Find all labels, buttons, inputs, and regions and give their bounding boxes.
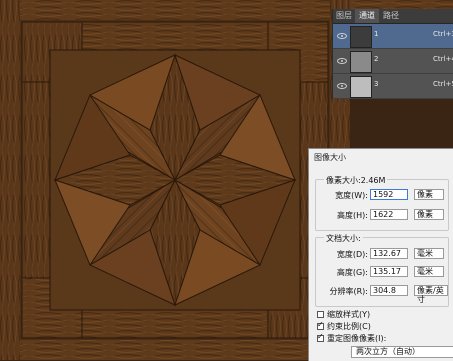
channel-row[interactable]: 2 Ctrl+4 [333, 49, 453, 74]
tab-paths[interactable]: 路径 [381, 9, 401, 23]
channel-row[interactable]: 1 Ctrl+3 [333, 24, 453, 49]
channel-name: 2 [374, 55, 379, 63]
channel-shortcut: Ctrl+3 [433, 30, 453, 38]
channel-row[interactable]: 3 Ctrl+5 [333, 74, 453, 99]
eye-icon[interactable] [337, 33, 347, 39]
constrain-proportions-label: 约束比例(C) [327, 322, 371, 331]
scale-styles-label: 缩放样式(Y) [327, 310, 371, 319]
tab-layers[interactable]: 图层 [335, 9, 353, 23]
height-label: 高度(H): [337, 211, 368, 220]
dialog-title: 图像大小 [314, 153, 346, 162]
channel-shortcut: Ctrl+5 [433, 80, 453, 88]
width-unit-select[interactable]: 像素 [414, 189, 444, 200]
pixel-dimensions-group: 像素大小:2.46M 宽度(W): 1592 像素 高度(H): 1622 像素 [315, 175, 449, 231]
resolution-input[interactable]: 304.8 [370, 285, 408, 296]
doc-width-label: 宽度(D): [336, 250, 368, 259]
image-size-dialog: 图像大小 像素大小:2.46M 宽度(W): 1592 像素 高度(H): 16… [308, 148, 453, 361]
resolution-label: 分辨率(R): [329, 287, 369, 296]
channel-name: 3 [374, 80, 379, 88]
eye-icon[interactable] [337, 83, 347, 89]
height-input[interactable]: 1622 [370, 209, 408, 220]
resample-method-select[interactable]: 两次立方（自动） [351, 346, 453, 358]
channel-shortcut: Ctrl+4 [433, 55, 453, 63]
constrain-proportions-checkbox[interactable] [317, 320, 324, 330]
resample-label: 重定图像像素(I): [327, 334, 387, 343]
channels-panel: 图层 通道 路径 1 Ctrl+3 2 Ctrl+4 3 Ctrl+5 [332, 9, 453, 99]
channel-thumbnail [350, 26, 372, 48]
height-unit-select[interactable]: 像素 [414, 209, 444, 220]
channel-name: 1 [374, 30, 379, 38]
pixel-dimensions-label: 像素大小:2.46M [324, 175, 388, 186]
panel-tabs: 图层 通道 路径 [333, 9, 453, 24]
width-label: 宽度(W): [335, 191, 368, 200]
doc-height-unit-select[interactable]: 毫米 [414, 266, 444, 277]
channel-thumbnail [350, 76, 372, 98]
width-input[interactable]: 1592 [370, 189, 408, 200]
doc-height-input[interactable]: 135.17 [370, 266, 408, 277]
resample-checkbox[interactable] [317, 332, 324, 342]
doc-width-input[interactable]: 132.67 [370, 248, 408, 259]
tab-channels[interactable]: 通道 [355, 9, 379, 23]
channel-thumbnail [350, 51, 372, 73]
doc-height-label: 高度(G): [336, 268, 368, 277]
doc-width-unit-select[interactable]: 毫米 [414, 248, 444, 259]
document-size-group: 文档大小: 宽度(D): 132.67 毫米 高度(G): 135.17 毫米 … [315, 233, 449, 307]
resolution-unit-select[interactable]: 像素/英寸 [414, 285, 448, 304]
document-size-label: 文档大小: [324, 233, 363, 244]
scale-styles-checkbox[interactable] [317, 311, 324, 318]
eye-icon[interactable] [337, 58, 347, 64]
